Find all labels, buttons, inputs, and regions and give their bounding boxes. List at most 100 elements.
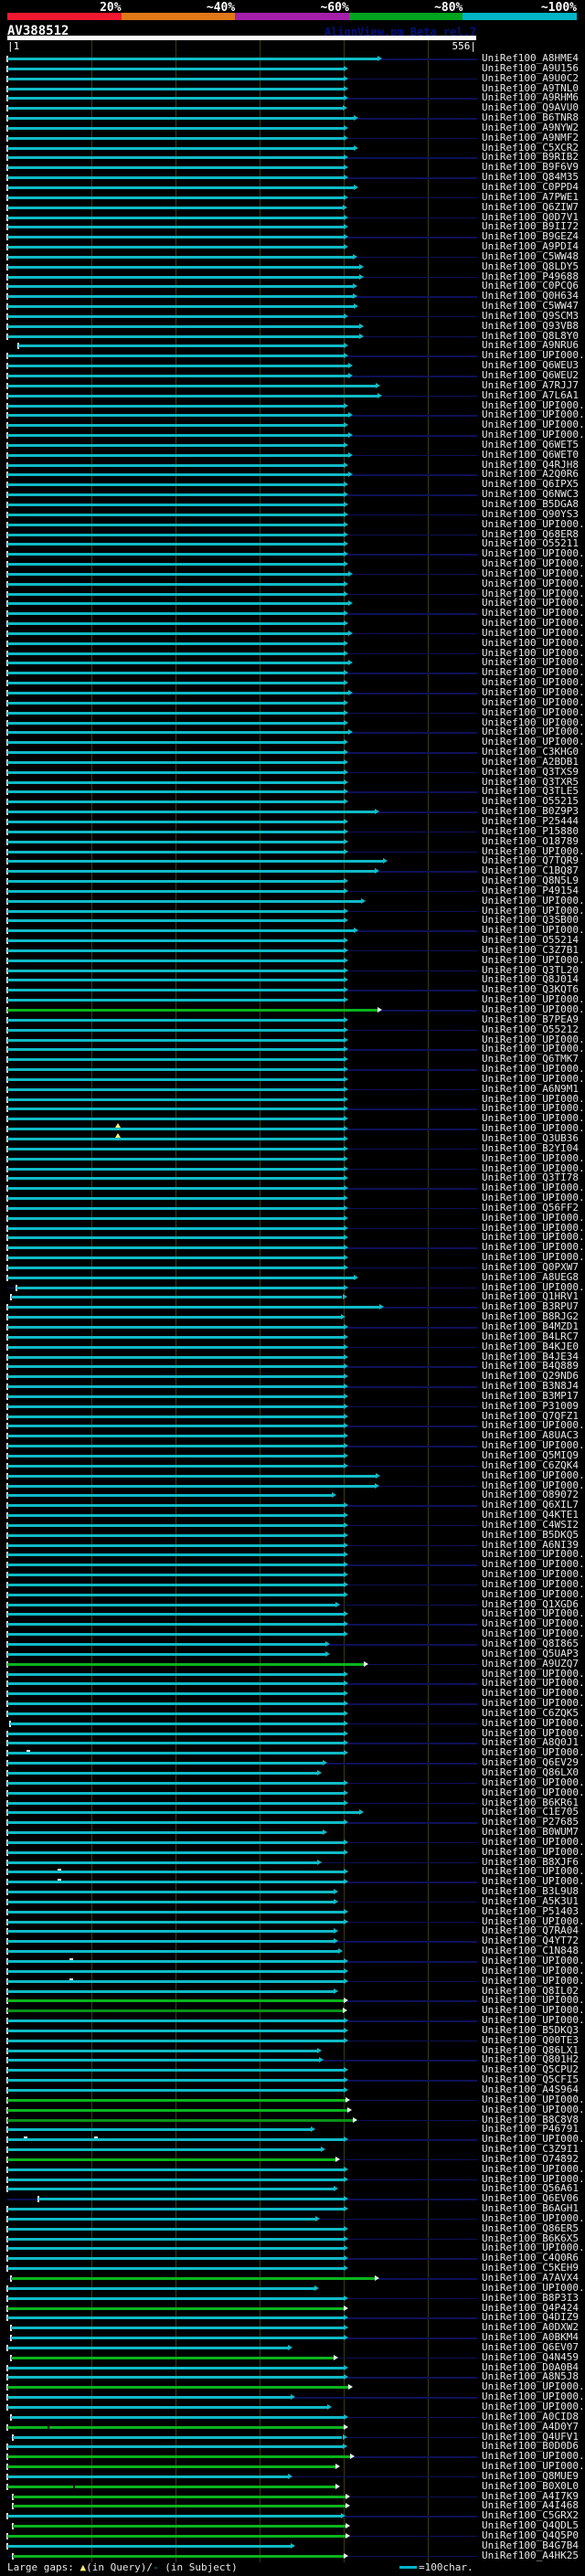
hit-bar[interactable] [7,1732,345,1735]
hit-bar[interactable] [7,2108,348,2112]
hit-bar[interactable] [7,2296,345,2300]
hit-bar[interactable] [7,1216,345,1220]
hit-bar[interactable] [7,404,345,408]
hit-bar[interactable] [7,503,345,506]
hit-bar[interactable] [7,1246,345,1250]
hit-bar[interactable] [7,2118,353,2122]
hit-bar[interactable] [7,909,345,913]
hit-bar[interactable] [7,265,359,269]
hit-bar[interactable] [7,1425,345,1428]
hit-bar[interactable] [7,1077,345,1081]
hit-bar[interactable] [7,2208,345,2211]
hit-bar[interactable] [7,146,355,150]
hit-bar[interactable] [7,1811,359,1815]
hit-bar[interactable] [7,2425,345,2429]
hit-bar[interactable] [7,2227,345,2231]
hit-bar[interactable] [7,305,355,309]
hit-bar[interactable] [7,969,345,972]
hit-bar[interactable] [7,216,345,219]
hit-bar[interactable] [7,394,378,398]
hit-bar[interactable] [7,2346,288,2349]
hit-bar[interactable] [7,1345,345,1349]
hit-bar[interactable] [7,1871,345,1874]
hit-bar[interactable] [7,672,345,675]
hit-bar[interactable] [7,58,378,60]
hit-bar[interactable] [10,2277,376,2280]
hit-bar[interactable] [7,176,345,180]
hit-bar[interactable] [7,1464,345,1468]
hit-bar[interactable] [7,652,345,655]
hit-bar[interactable] [7,2178,345,2181]
hit-bar[interactable] [7,136,345,140]
hit-bar[interactable] [7,811,376,814]
hit-bar[interactable] [7,721,345,725]
hit-bar[interactable] [7,860,383,864]
hit-bar[interactable] [7,1118,345,1121]
hit-bar[interactable] [7,246,345,249]
hit-bar[interactable] [7,1881,345,1884]
hit-bar[interactable] [7,1969,345,1973]
hit-bar[interactable] [7,2049,317,2052]
hit-bar[interactable] [7,523,345,526]
hit-bar[interactable] [7,602,348,606]
hit-bar[interactable] [7,1950,338,1954]
hit-bar[interactable] [7,1167,345,1171]
hit-bar[interactable] [7,2267,345,2271]
hit-bar[interactable] [7,2247,345,2251]
hit-bar[interactable] [17,345,345,348]
hit-bar[interactable] [7,820,345,823]
hit-bar[interactable] [7,434,348,438]
hit-bar[interactable] [7,1850,345,1854]
hit-bar[interactable] [7,2316,345,2320]
hit-bar[interactable] [12,2495,346,2498]
hit-bar[interactable] [7,1742,345,1745]
hit-bar[interactable] [7,1335,345,1339]
hit-bar[interactable] [7,1652,326,1656]
hit-bar[interactable] [12,2435,343,2439]
hit-bar[interactable] [7,870,376,874]
hit-bar[interactable] [7,1891,335,1894]
hit-bar[interactable] [7,1821,345,1825]
hit-bar[interactable] [7,1603,336,1606]
hit-bar[interactable] [7,463,345,467]
hit-bar[interactable] [7,2475,288,2478]
hit-bar[interactable] [7,414,348,418]
hit-bar[interactable] [7,1593,345,1596]
hit-bar[interactable] [7,1553,345,1557]
hit-bar[interactable] [7,800,345,804]
hit-bar[interactable] [7,770,345,774]
hit-bar[interactable] [7,1326,345,1329]
hit-bar[interactable] [7,2019,345,2023]
hit-bar[interactable] [7,355,345,358]
hit-bar[interactable] [7,2009,343,2013]
hit-bar[interactable] [7,473,348,477]
hit-bar[interactable] [7,692,348,694]
hit-bar[interactable] [7,1187,345,1191]
hit-bar[interactable] [7,1692,345,1696]
hit-bar[interactable] [7,2168,345,2171]
hit-bar[interactable] [7,1236,345,1240]
hit-bar[interactable] [7,1702,345,1706]
hit-bar[interactable] [7,1662,365,1666]
hit-bar[interactable] [7,612,345,616]
hit-bar[interactable] [7,563,345,567]
hit-bar[interactable] [7,1316,341,1320]
hit-bar[interactable] [7,2128,311,2132]
hit-bar[interactable] [7,1157,345,1161]
hit-bar[interactable] [7,1900,335,1903]
hit-bar[interactable] [7,87,345,90]
hit-bar[interactable] [7,592,345,596]
hit-bar[interactable] [38,2198,345,2201]
hit-bar[interactable] [7,1365,345,1369]
hit-bar[interactable] [7,365,348,368]
hit-bar[interactable] [7,275,359,279]
hit-bar[interactable] [7,126,345,130]
hit-bar[interactable] [7,662,348,665]
hit-bar[interactable] [7,1840,345,1844]
hit-bar[interactable] [7,1394,345,1398]
hit-bar[interactable] [7,285,353,289]
hit-bar[interactable] [7,1009,378,1012]
hit-bar[interactable] [7,1583,345,1586]
hit-bar[interactable] [7,889,345,893]
hit-bar[interactable] [7,1910,345,1913]
